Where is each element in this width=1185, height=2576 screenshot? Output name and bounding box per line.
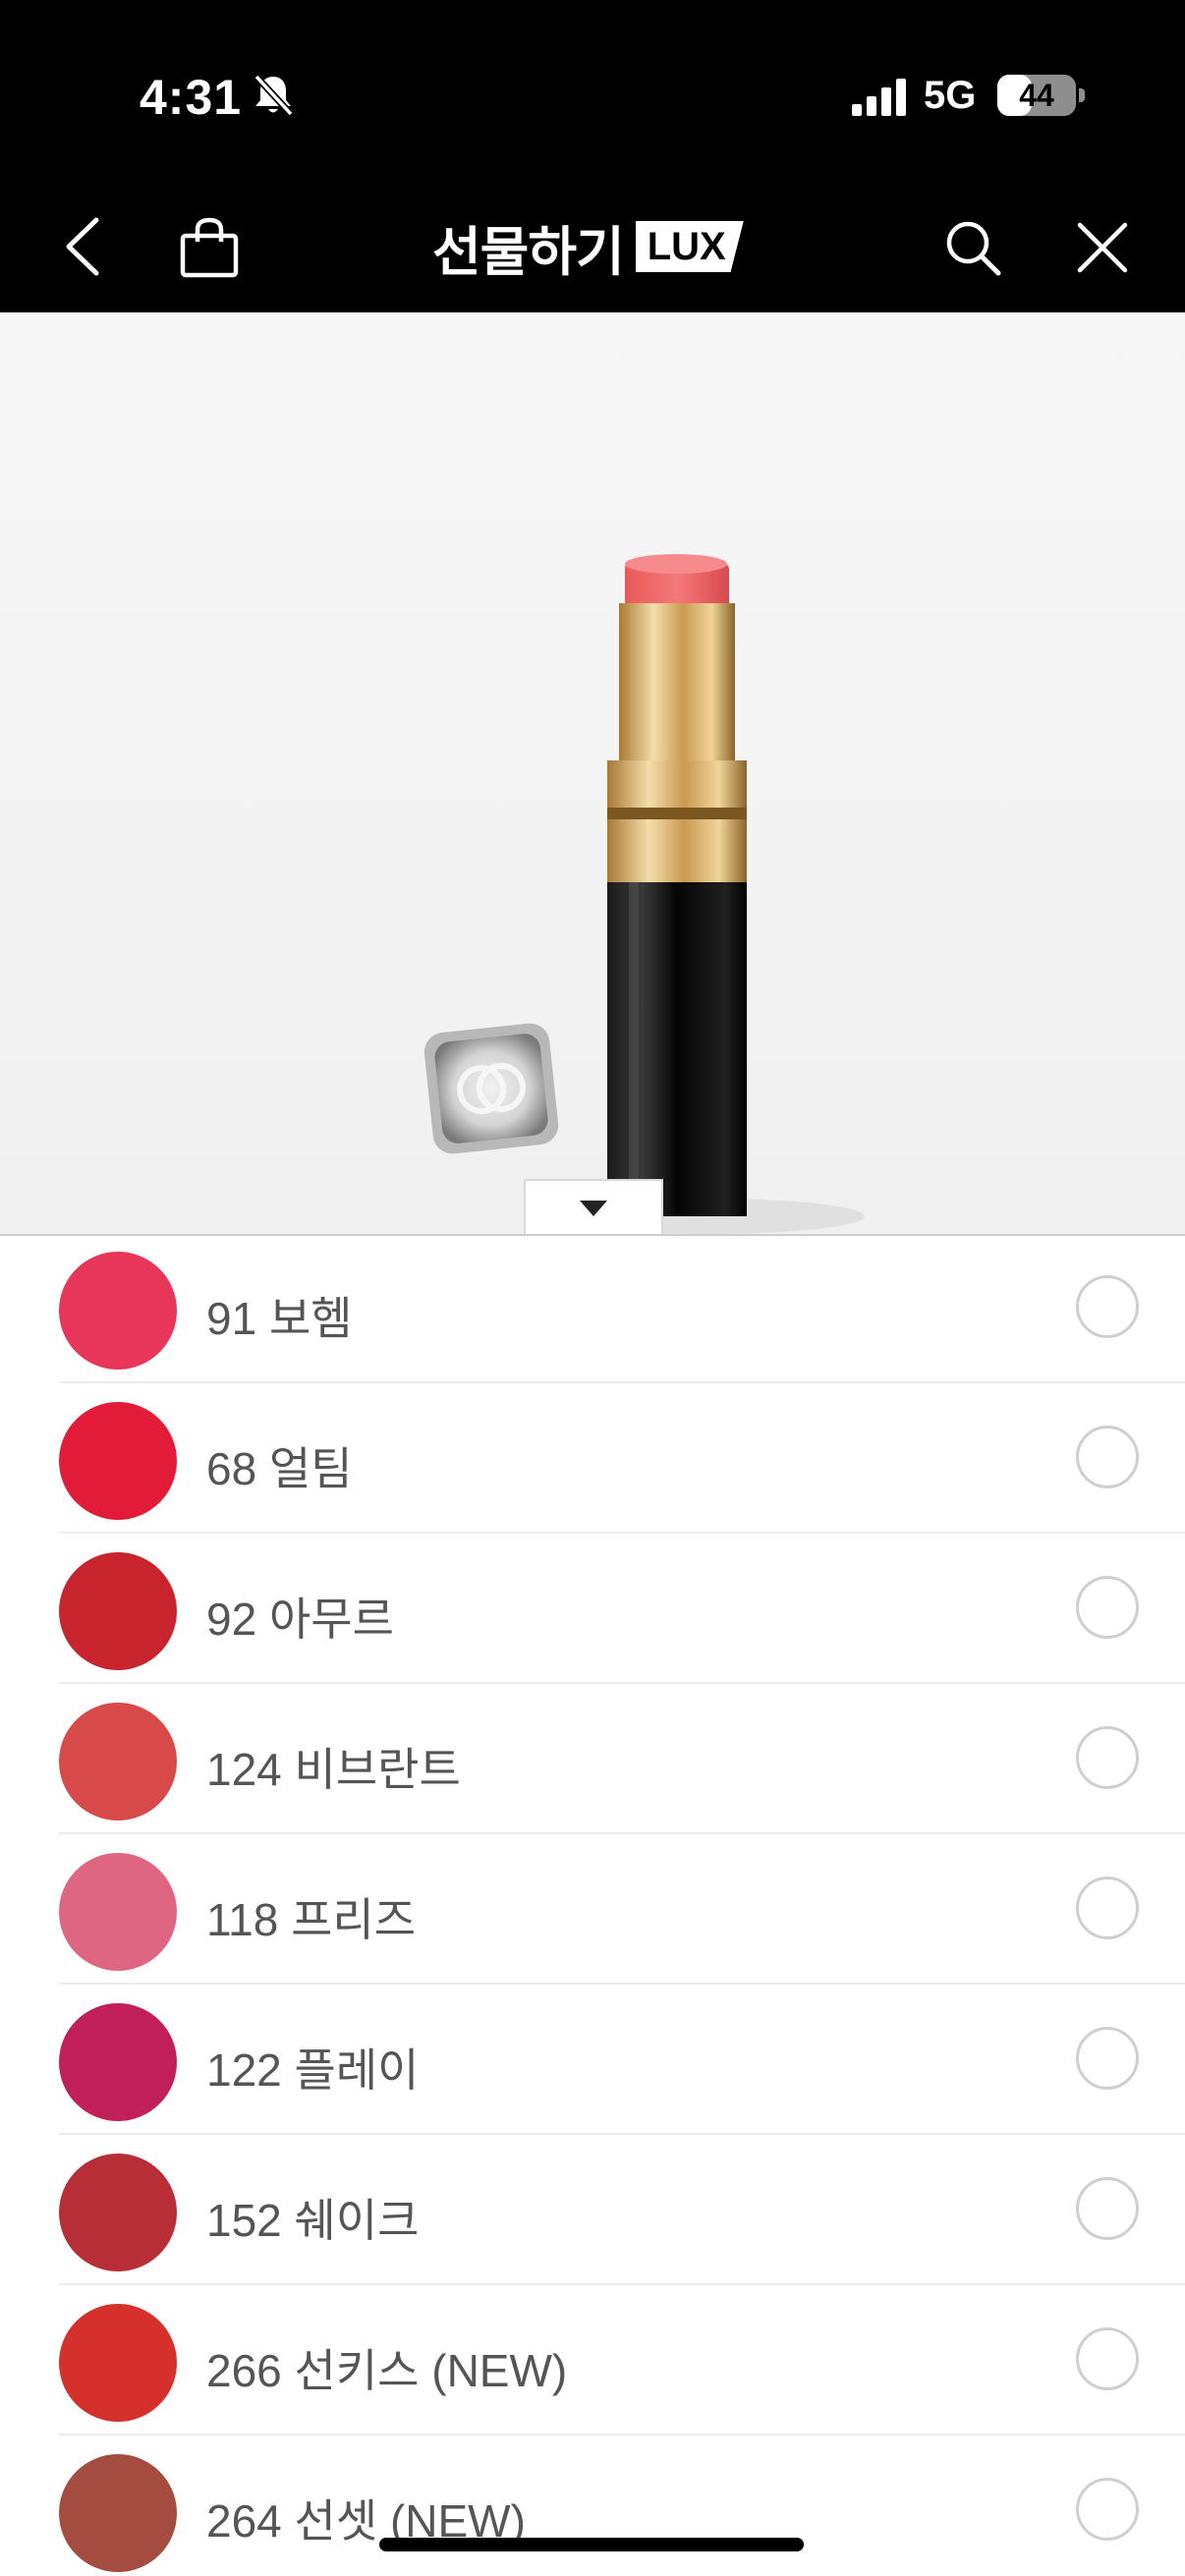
screen: 4:31 5G 44 선물하기 LUX 91 보헴 68 얼팀 92 아무르 1… (0, 0, 1185, 2576)
shade-list: 91 보헴 68 얼팀 92 아무르 124 비브란트 118 프리즈 122 … (0, 1234, 1185, 2576)
shade-swatch (59, 2003, 177, 2121)
divider (59, 2283, 1185, 2285)
signal-icon (852, 79, 906, 116)
shade-option[interactable]: 124 비브란트 (0, 1695, 1185, 1845)
divider (59, 2434, 1185, 2436)
shade-swatch (59, 1252, 177, 1370)
shade-option[interactable]: 118 프리즈 (0, 1845, 1185, 1995)
network-label: 5G (924, 74, 977, 117)
back-icon[interactable] (59, 214, 108, 279)
page-title-text: 선물하기 (432, 222, 625, 282)
shade-radio[interactable] (1076, 2027, 1139, 2090)
battery-level: 44 (1019, 77, 1054, 113)
home-indicator (379, 2538, 804, 2551)
shade-label: 152 쉐이크 (206, 2195, 420, 2246)
divider (59, 1532, 1185, 1534)
shade-label: 92 아무르 (206, 1594, 394, 1645)
shade-label: 91 보헴 (206, 1293, 353, 1344)
lux-badge: LUX (635, 221, 744, 272)
shade-radio[interactable] (1076, 2177, 1139, 2240)
shade-option[interactable]: 122 플레이 (0, 1995, 1185, 2146)
shade-radio[interactable] (1076, 1576, 1139, 1639)
shade-swatch (59, 2154, 177, 2271)
shade-swatch (59, 2304, 177, 2422)
search-icon[interactable] (943, 218, 1002, 277)
shade-option[interactable]: 92 아무르 (0, 1544, 1185, 1695)
shopping-bag-icon[interactable] (177, 216, 242, 279)
shade-option[interactable]: 152 쉐이크 (0, 2146, 1185, 2296)
shade-option[interactable]: 91 보헴 (0, 1244, 1185, 1394)
shade-label: 68 얼팀 (206, 1443, 353, 1494)
divider (59, 1682, 1185, 1684)
shade-swatch (59, 1703, 177, 1820)
divider (59, 1832, 1185, 1834)
close-icon[interactable] (1076, 221, 1129, 274)
shade-radio[interactable] (1076, 1426, 1139, 1488)
lipstick-image (423, 554, 865, 1234)
shade-radio[interactable] (1076, 2327, 1139, 2390)
page-title: 선물하기 LUX (432, 214, 744, 282)
shade-swatch (59, 2454, 177, 2572)
shade-option[interactable]: 264 선셋 (NEW) (0, 2446, 1185, 2576)
shade-label: 118 프리즈 (206, 1894, 417, 1945)
shade-swatch (59, 1402, 177, 1520)
collapse-tab[interactable] (524, 1179, 663, 1236)
bell-slash-icon (254, 74, 294, 117)
shade-radio[interactable] (1076, 1275, 1139, 1338)
divider (59, 1381, 1185, 1383)
status-time: 4:31 (140, 70, 243, 125)
product-image (0, 312, 1185, 1234)
battery-indicator: 44 (997, 75, 1076, 116)
shade-radio[interactable] (1076, 1726, 1139, 1789)
shade-option[interactable]: 266 선키스 (NEW) (0, 2296, 1185, 2446)
shade-radio[interactable] (1076, 1876, 1139, 1939)
divider (59, 2133, 1185, 2135)
shade-option[interactable]: 68 얼팀 (0, 1394, 1185, 1544)
status-bar: 4:31 5G 44 (0, 0, 1185, 187)
battery-cap (1079, 88, 1085, 102)
caret-down-icon (580, 1201, 607, 1216)
shade-label: 266 선키스 (NEW) (206, 2345, 568, 2396)
shade-radio[interactable] (1076, 2478, 1139, 2541)
shade-swatch (59, 1853, 177, 1971)
shade-label: 124 비브란트 (206, 1744, 461, 1795)
divider (59, 1983, 1185, 1985)
shade-label: 122 플레이 (206, 2044, 420, 2096)
shade-swatch (59, 1552, 177, 1670)
